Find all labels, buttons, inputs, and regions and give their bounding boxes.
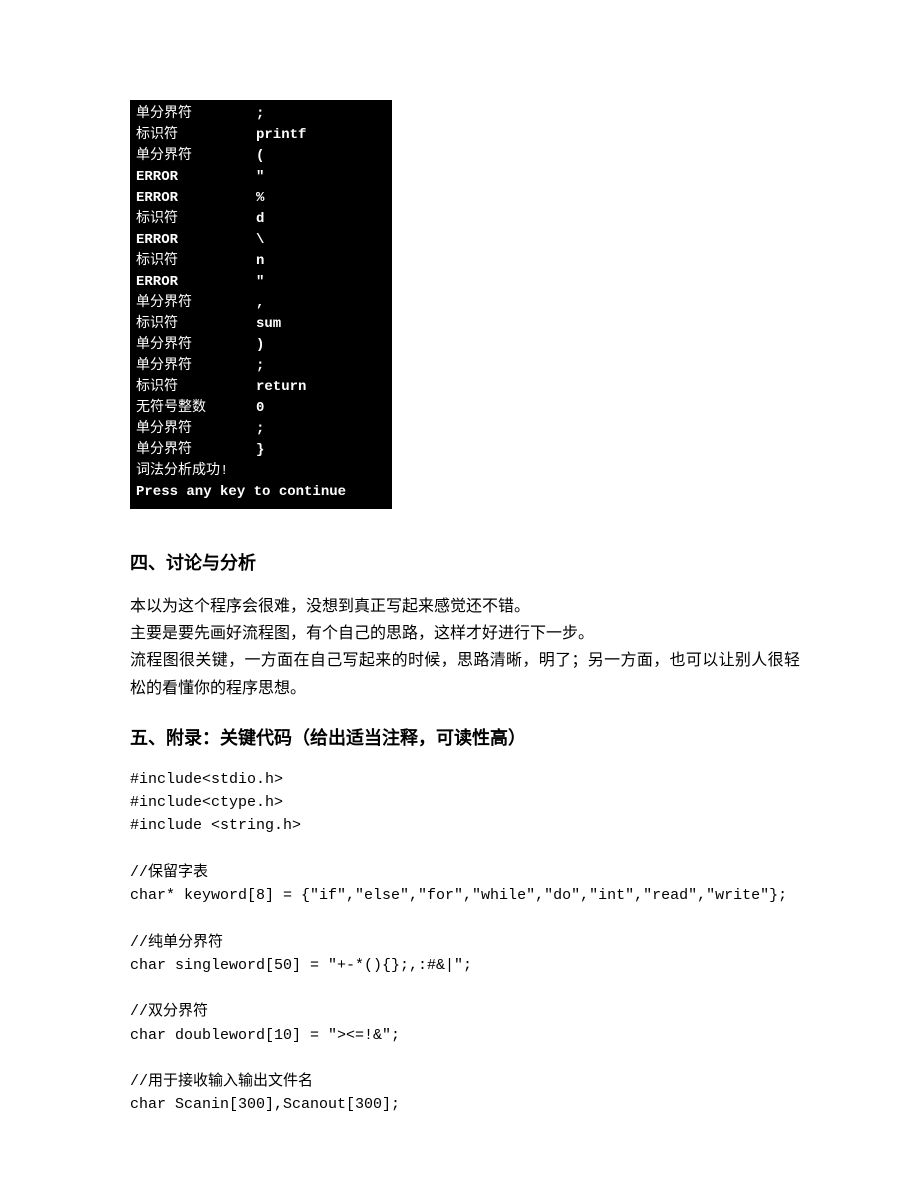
terminal-row-label: ERROR bbox=[136, 230, 256, 251]
terminal-row-label: 单分界符 bbox=[136, 104, 256, 125]
terminal-row: ERROR" bbox=[136, 167, 386, 188]
terminal-row-value: n bbox=[256, 251, 264, 272]
terminal-row-label: 标识符 bbox=[136, 209, 256, 230]
terminal-row-value: % bbox=[256, 188, 264, 209]
terminal-row-label: 单分界符 bbox=[136, 293, 256, 314]
terminal-row-value: " bbox=[256, 167, 264, 188]
section-4-p3: 流程图很关键，一方面在自己写起来的时候，思路清晰，明了；另一方面，也可以让别人很… bbox=[130, 652, 800, 696]
terminal-row-value: } bbox=[256, 440, 264, 461]
terminal-row-value: ( bbox=[256, 146, 264, 167]
section-4-p2: 主要是要先画好流程图，有个自己的思路，这样才好进行下一步。 bbox=[130, 625, 594, 642]
terminal-row-value: d bbox=[256, 209, 264, 230]
terminal-row-label: 单分界符 bbox=[136, 146, 256, 167]
terminal-row: 单分界符} bbox=[136, 440, 386, 461]
terminal-row-value: ) bbox=[256, 335, 264, 356]
terminal-row: 标识符sum bbox=[136, 314, 386, 335]
terminal-row: 单分界符( bbox=[136, 146, 386, 167]
terminal-row: ERROR" bbox=[136, 272, 386, 293]
terminal-prompt: Press any key to continue bbox=[136, 482, 386, 503]
terminal-row-value: \ bbox=[256, 230, 264, 251]
terminal-row-label: 标识符 bbox=[136, 251, 256, 272]
terminal-row: 无符号整数0 bbox=[136, 398, 386, 419]
terminal-row: 标识符return bbox=[136, 377, 386, 398]
terminal-row-value: printf bbox=[256, 125, 306, 146]
terminal-row-label: 标识符 bbox=[136, 125, 256, 146]
terminal-row-label: 单分界符 bbox=[136, 335, 256, 356]
terminal-row-label: 单分界符 bbox=[136, 356, 256, 377]
terminal-row: 标识符n bbox=[136, 251, 386, 272]
terminal-row-value: ; bbox=[256, 104, 264, 125]
terminal-row-value: ; bbox=[256, 419, 264, 440]
terminal-row: 单分界符; bbox=[136, 419, 386, 440]
section-4-p1: 本以为这个程序会很难，没想到真正写起来感觉还不错。 bbox=[130, 598, 530, 615]
terminal-row-label: ERROR bbox=[136, 272, 256, 293]
terminal-row-label: 单分界符 bbox=[136, 419, 256, 440]
terminal-row: ERROR\ bbox=[136, 230, 386, 251]
terminal-row-value: 0 bbox=[256, 398, 264, 419]
terminal-row-label: 标识符 bbox=[136, 314, 256, 335]
terminal-row-value: " bbox=[256, 272, 264, 293]
terminal-row: 标识符printf bbox=[136, 125, 386, 146]
terminal-row: 标识符d bbox=[136, 209, 386, 230]
terminal-row-label: ERROR bbox=[136, 188, 256, 209]
terminal-row: 单分界符; bbox=[136, 104, 386, 125]
terminal-success: 词法分析成功! bbox=[136, 461, 386, 482]
terminal-row-label: ERROR bbox=[136, 167, 256, 188]
terminal-row: 单分界符, bbox=[136, 293, 386, 314]
terminal-row: 单分界符) bbox=[136, 335, 386, 356]
code-block: #include<stdio.h> #include<ctype.h> #inc… bbox=[130, 768, 800, 1117]
terminal-row: ERROR% bbox=[136, 188, 386, 209]
terminal-row-value: sum bbox=[256, 314, 281, 335]
terminal-row-value: return bbox=[256, 377, 306, 398]
terminal-output: 单分界符;标识符printf单分界符(ERROR"ERROR%标识符dERROR… bbox=[130, 100, 392, 509]
terminal-row-label: 无符号整数 bbox=[136, 398, 256, 419]
terminal-row-value: , bbox=[256, 293, 264, 314]
section-4-heading: 四、讨论与分析 bbox=[130, 549, 800, 575]
terminal-row: 单分界符; bbox=[136, 356, 386, 377]
terminal-row-value: ; bbox=[256, 356, 264, 377]
section-4-body: 本以为这个程序会很难，没想到真正写起来感觉还不错。 主要是要先画好流程图，有个自… bbox=[130, 593, 800, 702]
terminal-row-label: 标识符 bbox=[136, 377, 256, 398]
section-5-heading: 五、附录：关键代码（给出适当注释，可读性高） bbox=[130, 724, 800, 750]
terminal-row-label: 单分界符 bbox=[136, 440, 256, 461]
